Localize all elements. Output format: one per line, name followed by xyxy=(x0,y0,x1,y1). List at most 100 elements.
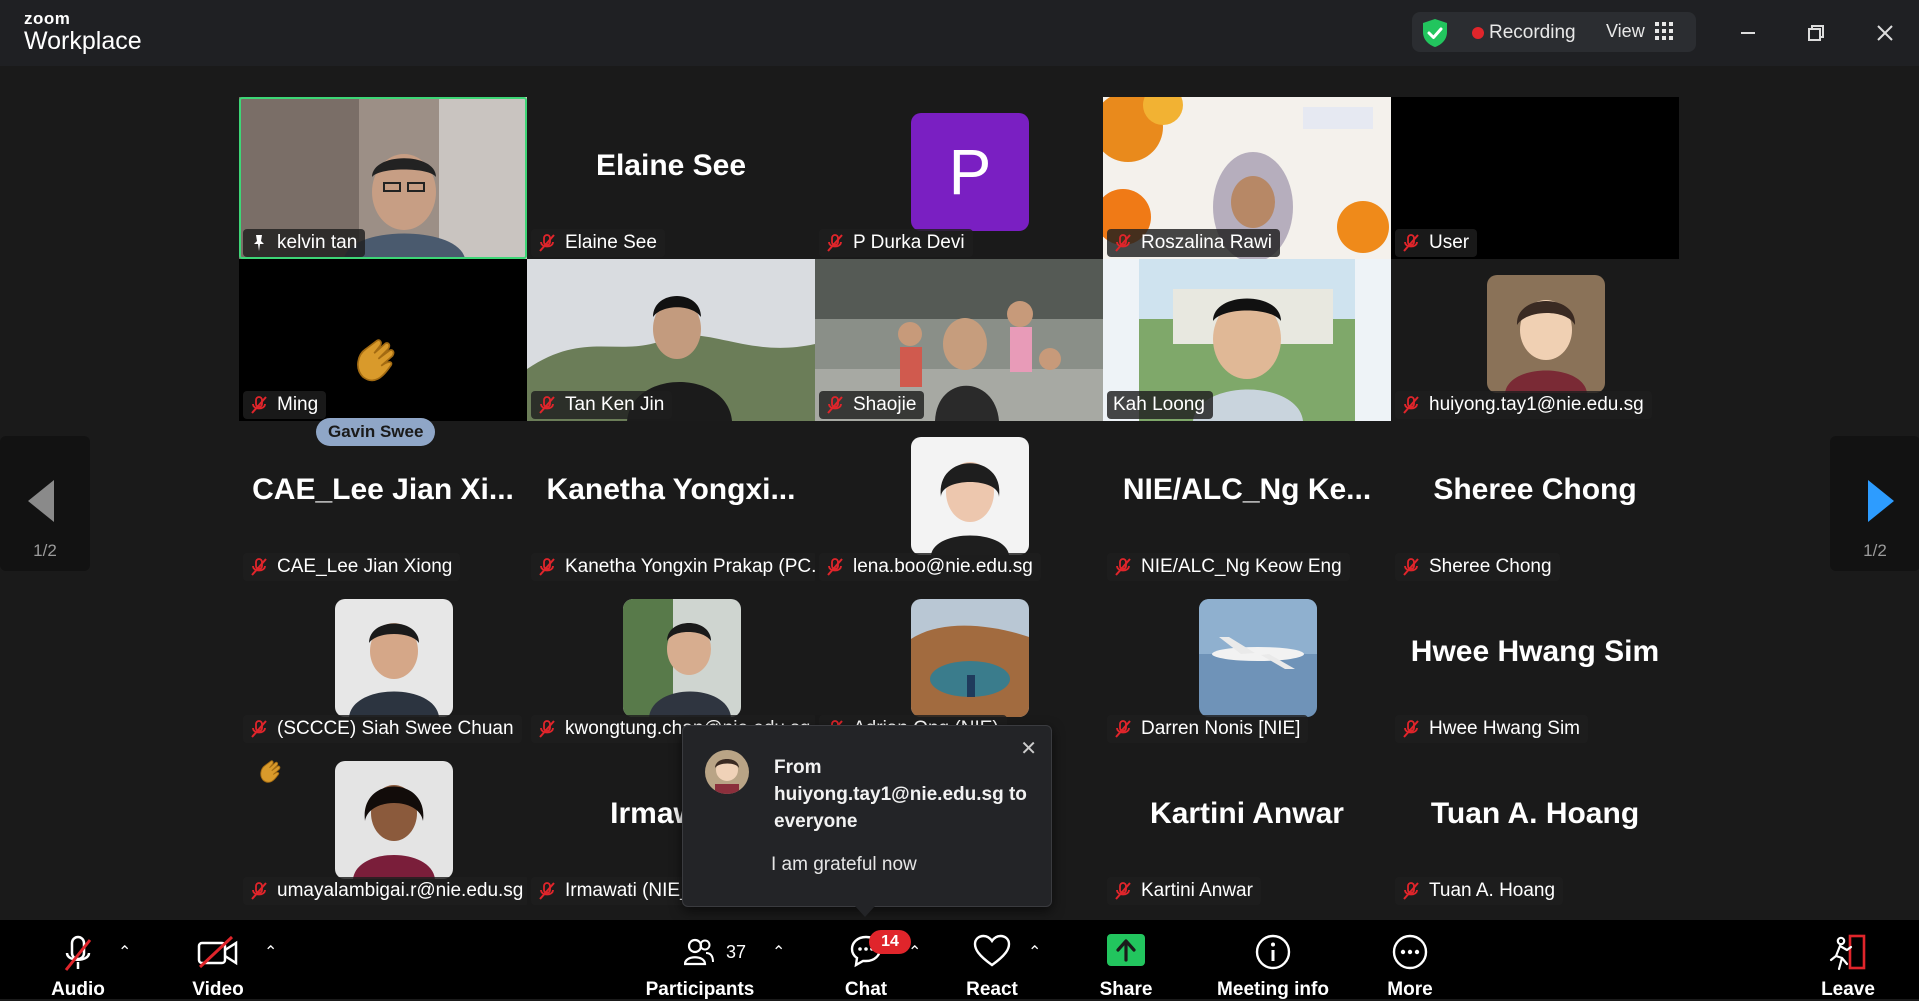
participant-tile[interactable]: Sheree Chong Sheree Chong xyxy=(1391,421,1679,583)
meeting-info-label: Meeting info xyxy=(1217,979,1329,1000)
chat-notification[interactable]: ✕ From huiyong.tay1@nie.edu.sg to everyo… xyxy=(682,725,1052,917)
participant-nametag: Kah Loong xyxy=(1107,391,1213,419)
participants-options-caret[interactable]: ⌃ xyxy=(772,942,785,962)
participant-tile[interactable]: kelvin tan xyxy=(239,97,527,259)
react-options-caret[interactable]: ⌃ xyxy=(1028,942,1041,962)
page-indicator-right: 1/2 xyxy=(1863,541,1887,560)
more-button[interactable]: More xyxy=(1364,920,1456,1000)
muted-mic-icon xyxy=(827,558,843,576)
camera-off-icon xyxy=(197,935,238,969)
participant-name: Ming xyxy=(277,394,319,415)
participant-name: Tuan A. Hoang xyxy=(1429,880,1556,901)
participant-tile[interactable]: kwongtung.chan@nie.edu.sg xyxy=(527,583,815,745)
participant-name: Roszalina Rawi xyxy=(1141,232,1272,253)
participant-tile[interactable]: huiyong.tay1@nie.edu.sg xyxy=(1391,259,1679,421)
security-shield-icon[interactable] xyxy=(1420,17,1450,49)
muted-mic-icon xyxy=(251,396,267,414)
muted-mic-icon xyxy=(251,558,267,576)
previous-page-button[interactable]: 1/2 xyxy=(0,436,90,571)
participant-count: 37 xyxy=(726,942,747,962)
participant-display-name: Tuan A. Hoang xyxy=(1430,797,1640,830)
recording-label[interactable]: Recording xyxy=(1489,22,1576,44)
participant-name: Kartini Anwar xyxy=(1141,880,1253,901)
react-button[interactable]: React xyxy=(946,920,1038,1000)
share-button[interactable]: Share xyxy=(1080,920,1172,1000)
participants-button[interactable]: 37 Participants xyxy=(640,920,760,1000)
participant-avatar xyxy=(623,599,741,717)
brand-small: zoom xyxy=(24,9,71,28)
grid-icon[interactable] xyxy=(1655,22,1673,40)
participant-tile[interactable]: Shaojie xyxy=(815,259,1103,421)
chevron-right-icon xyxy=(1868,480,1894,522)
participant-avatar: P xyxy=(911,113,1029,231)
close-icon[interactable] xyxy=(1870,18,1900,48)
participant-nametag: User xyxy=(1395,229,1478,257)
participant-tile[interactable]: (SCCCE) Siah Swee Chuan xyxy=(239,583,527,745)
participant-tile[interactable]: Elaine See Elaine See xyxy=(527,97,815,259)
participant-tile[interactable]: Kanetha Yongxi... Kanetha Yongxin Prakap … xyxy=(527,421,815,583)
muted-mic-icon xyxy=(1403,720,1419,738)
participant-display-name: Elaine See xyxy=(595,149,747,182)
muted-mic-icon xyxy=(827,234,843,252)
participant-nametag: Irmawati (NIE_ xyxy=(531,877,699,905)
leave-label: Leave xyxy=(1821,979,1875,1000)
muted-mic-icon xyxy=(1115,720,1131,738)
participant-name: Sheree Chong xyxy=(1429,556,1552,577)
chat-unread-badge: 14 xyxy=(869,930,911,954)
restore-icon[interactable] xyxy=(1801,18,1831,48)
participant-name: Tan Ken Jin xyxy=(565,394,665,415)
participant-tile[interactable]: Ming xyxy=(239,259,527,421)
page-indicator-left: 1/2 xyxy=(33,541,57,560)
leave-button[interactable]: Leave xyxy=(1802,920,1894,1000)
participant-tile[interactable]: Roszalina Rawi xyxy=(1103,97,1391,259)
muted-mic-icon xyxy=(1403,882,1419,900)
participant-name: (SCCCE) Siah Swee Chuan xyxy=(277,718,514,739)
minimize-icon[interactable] xyxy=(1733,18,1763,48)
participant-tile[interactable]: User xyxy=(1391,97,1679,259)
participant-nametag: Tan Ken Jin xyxy=(531,391,673,419)
participant-tile[interactable]: lena.boo@nie.edu.sg xyxy=(815,421,1103,583)
participant-tile[interactable]: Tuan A. Hoang Tuan A. Hoang xyxy=(1391,745,1679,907)
chevron-left-icon xyxy=(28,480,54,522)
audio-button[interactable]: Audio xyxy=(30,920,126,1000)
title-bar: zoom Workplace Recording View xyxy=(0,0,1919,66)
participant-name: User xyxy=(1429,232,1470,253)
participant-tile[interactable]: Darren Nonis [NIE] xyxy=(1103,583,1391,745)
share-label: Share xyxy=(1099,979,1153,1000)
muted-mic-icon xyxy=(539,558,555,576)
chat-from-label: From huiyong.tay1@nie.edu.sg to everyone xyxy=(774,757,1027,832)
more-label: More xyxy=(1387,979,1433,1000)
participant-tile[interactable]: Adrian Ong (NIE) xyxy=(815,583,1103,745)
video-button[interactable]: Video xyxy=(170,920,266,1000)
participant-tile[interactable]: Tan Ken Jin xyxy=(527,259,815,421)
participant-tile[interactable]: Hwee Hwang Sim Hwee Hwang Sim xyxy=(1391,583,1679,745)
view-button[interactable]: View xyxy=(1606,21,1645,42)
participant-name: Irmawati (NIE_ xyxy=(565,880,691,901)
meeting-info-button[interactable]: Meeting info xyxy=(1206,920,1340,1000)
participant-name: NIE/ALC_Ng Keow Eng xyxy=(1141,556,1342,577)
participant-nametag: (SCCCE) Siah Swee Chuan xyxy=(243,715,522,743)
participant-tile[interactable]: NIE/ALC_Ng Ke... NIE/ALC_Ng Keow Eng xyxy=(1103,421,1391,583)
muted-mic-icon xyxy=(1403,234,1419,252)
participant-nametag: Kanetha Yongxin Prakap (PC... xyxy=(531,553,815,581)
participant-avatar xyxy=(911,599,1029,717)
audio-options-caret[interactable]: ⌃ xyxy=(118,942,131,962)
participant-tile[interactable]: Kah Loong xyxy=(1103,259,1391,421)
participant-avatar xyxy=(1199,599,1317,717)
participant-name: CAE_Lee Jian Xiong xyxy=(277,556,453,577)
video-options-caret[interactable]: ⌃ xyxy=(264,942,277,962)
participant-display-name: Kanetha Yongxi... xyxy=(546,473,796,506)
next-page-button[interactable]: 1/2 xyxy=(1830,436,1919,571)
muted-mic-icon xyxy=(539,720,555,738)
muted-mic-icon xyxy=(1115,882,1131,900)
popup-tail xyxy=(855,906,875,917)
participants-label: Participants xyxy=(645,979,755,1000)
muted-mic-icon xyxy=(539,234,555,252)
participant-tile[interactable]: P P Durka Devi xyxy=(815,97,1103,259)
participant-tile[interactable]: Kartini Anwar Kartini Anwar xyxy=(1103,745,1391,907)
participant-nametag: umayalambigai.r@nie.edu.sg xyxy=(243,877,527,905)
leave-icon xyxy=(1829,934,1866,971)
participant-name: Elaine See xyxy=(565,232,657,253)
active-speaker-border xyxy=(239,97,527,259)
speaking-badge: Gavin Swee xyxy=(316,418,436,446)
